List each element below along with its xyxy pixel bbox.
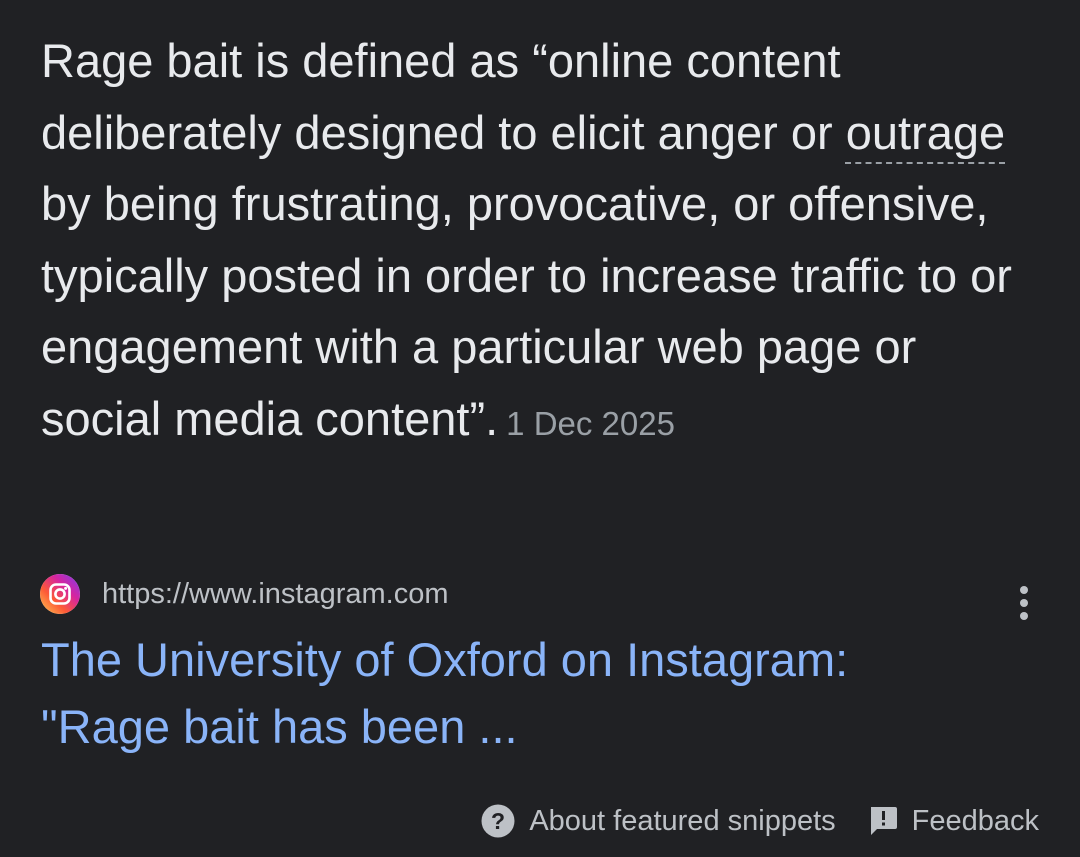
result-title-line-1: The University of Oxford on Instagram: (41, 633, 849, 686)
feedback-button[interactable]: Feedback (868, 805, 1039, 838)
snippet-footer: ? About featured snippets Feedback (481, 799, 1039, 843)
instagram-icon (40, 574, 80, 614)
help-circle-icon: ? (481, 804, 515, 838)
feedback-icon (870, 807, 897, 835)
snippet-date: 1 Dec 2025 (506, 404, 675, 442)
more-vertical-icon (1020, 586, 1028, 620)
snippet-text-start: Rage bait is defined as “online content … (41, 34, 846, 159)
more-options-button[interactable] (1004, 580, 1044, 626)
result-title-line-2: "Rage bait has been ... (41, 700, 518, 753)
feedback-label: Feedback (911, 804, 1039, 837)
result-source[interactable]: https://www.instagram.com (40, 573, 449, 615)
svg-text:?: ? (491, 808, 505, 834)
result-title-link[interactable]: The University of Oxford on Instagram: "… (41, 626, 1041, 760)
source-url: https://www.instagram.com (102, 577, 449, 610)
term-outrage-link[interactable]: outrage (846, 106, 1005, 159)
about-featured-snippets-button[interactable]: ? About featured snippets (481, 804, 836, 838)
featured-snippet-text: Rage bait is defined as “online content … (41, 25, 1041, 459)
about-featured-snippets-label: About featured snippets (529, 804, 836, 837)
